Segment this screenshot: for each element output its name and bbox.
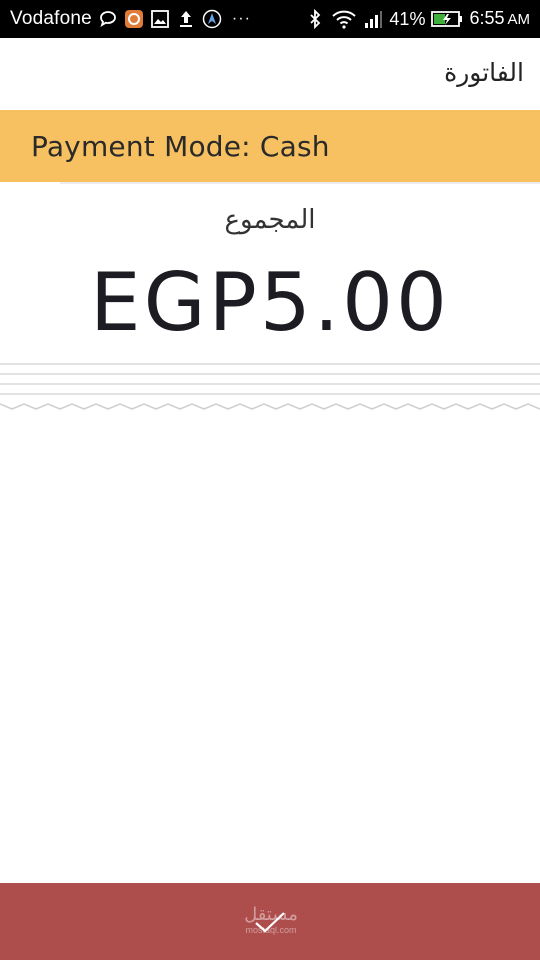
chat-bubble-icon (98, 9, 118, 29)
carrier-name: Vodafone (10, 8, 92, 29)
divider (60, 182, 540, 184)
navigation-icon (202, 9, 222, 29)
signal-icon (363, 9, 383, 29)
status-bar: Vodafone ··· 41% 6:55 AM (0, 0, 540, 38)
wifi-icon (331, 9, 357, 29)
status-right: 41% 6:55 AM (305, 8, 530, 30)
image-icon (150, 9, 170, 29)
battery-charging-icon (431, 9, 463, 29)
receipt-torn-edge (0, 363, 540, 410)
check-icon (250, 907, 290, 937)
more-notifications-indicator: ··· (231, 10, 251, 27)
app-header: الفاتورة (0, 38, 540, 110)
total-amount: EGP5.00 (90, 256, 450, 349)
clock-ampm: AM (507, 11, 531, 28)
battery-percent: 41% (389, 8, 426, 29)
total-label: المجموع (224, 205, 316, 235)
bluetooth-icon (305, 9, 325, 29)
clock: 6:55 AM (469, 8, 530, 30)
confirm-button[interactable] (0, 883, 540, 960)
status-left: Vodafone ··· (10, 8, 251, 30)
clock-time: 6:55 (469, 8, 505, 28)
page-title: الفاتورة (444, 58, 524, 87)
upload-icon (176, 9, 196, 29)
app-notification-icon (124, 9, 144, 29)
payment-mode-text: Payment Mode: Cash (31, 129, 330, 163)
payment-mode-banner: Payment Mode: Cash (0, 110, 540, 182)
